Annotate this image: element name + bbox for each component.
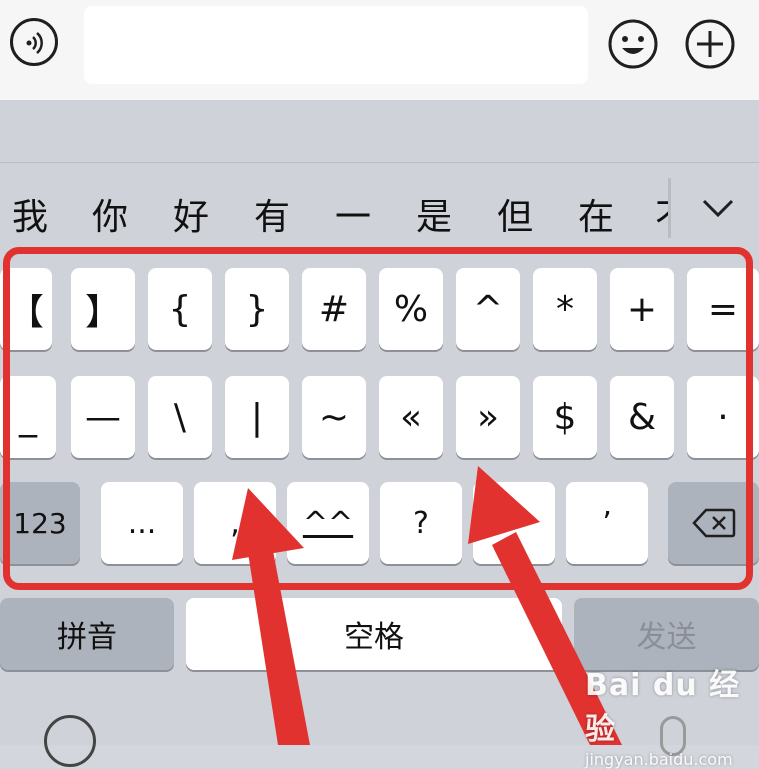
- key-underscore[interactable]: _: [0, 376, 56, 458]
- message-input[interactable]: [84, 6, 588, 84]
- candidate-word[interactable]: 不: [655, 188, 669, 240]
- key-right-bracket[interactable]: 】: [71, 268, 135, 350]
- backspace-button[interactable]: [668, 482, 759, 564]
- candidate-word[interactable]: 但: [497, 188, 533, 240]
- candidate-divider: [0, 162, 759, 163]
- watermark-site: jingyan.baidu.com: [585, 750, 733, 769]
- key-123-mode[interactable]: 123: [0, 482, 80, 564]
- chevron-down-icon[interactable]: [700, 196, 736, 220]
- key-left-bracket[interactable]: 【: [0, 268, 52, 350]
- key-middle-dot[interactable]: ·: [687, 376, 759, 458]
- candidate-word[interactable]: 你: [92, 188, 128, 240]
- key-ampersand[interactable]: &: [610, 376, 674, 458]
- key-left-brace[interactable]: {: [148, 268, 212, 350]
- candidate-word[interactable]: 有: [254, 188, 290, 240]
- emoji-button[interactable]: [607, 18, 659, 70]
- key-tilde[interactable]: ~: [302, 376, 366, 458]
- key-caret[interactable]: ^: [456, 268, 520, 350]
- key-plus[interactable]: +: [610, 268, 674, 350]
- space-button[interactable]: 空格: [186, 598, 562, 670]
- candidate-word[interactable]: 好: [173, 188, 209, 240]
- key-asterisk[interactable]: *: [533, 268, 597, 350]
- candidate-more-divider: [668, 178, 671, 238]
- key-dollar[interactable]: $: [533, 376, 597, 458]
- key-ellipsis[interactable]: ...: [101, 482, 183, 564]
- candidate-word[interactable]: 在: [578, 188, 614, 240]
- backspace-icon: [691, 508, 735, 538]
- watermark: Bai du 经验 jingyan.baidu.com: [585, 660, 759, 769]
- key-pipe[interactable]: |: [225, 376, 289, 458]
- candidate-word[interactable]: 是: [416, 188, 452, 240]
- key-blank[interactable]: [473, 482, 555, 564]
- key-right-guillemet[interactable]: »: [456, 376, 520, 458]
- voice-icon: [26, 32, 43, 54]
- candidate-word[interactable]: 一: [335, 188, 371, 240]
- key-question[interactable]: ?: [380, 482, 462, 564]
- key-right-brace[interactable]: }: [225, 268, 289, 350]
- voice-input-button[interactable]: [10, 18, 58, 66]
- key-backslash[interactable]: \: [148, 376, 212, 458]
- key-hash[interactable]: #: [302, 268, 366, 350]
- globe-icon[interactable]: [44, 715, 96, 767]
- candidate-word[interactable]: 我: [12, 188, 48, 240]
- key-comma[interactable]: ,: [194, 482, 276, 564]
- plus-button[interactable]: [684, 18, 736, 70]
- key-em-dash[interactable]: —: [71, 376, 135, 458]
- pinyin-button[interactable]: 拼音: [0, 598, 174, 670]
- key-percent[interactable]: %: [379, 268, 443, 350]
- key-equals[interactable]: =: [687, 268, 759, 350]
- chat-input-bar: [0, 0, 759, 100]
- key-apostrophe[interactable]: ’: [566, 482, 648, 564]
- key-left-guillemet[interactable]: «: [379, 376, 443, 458]
- watermark-brand: Bai du 经验: [585, 668, 741, 747]
- key-emoticon[interactable]: ^^: [287, 482, 369, 564]
